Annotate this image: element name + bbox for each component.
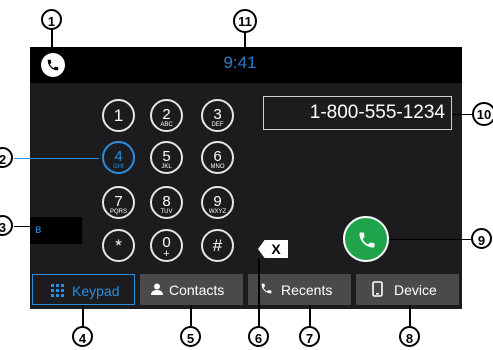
key-hash[interactable]: #	[201, 229, 234, 262]
callout-9: 9	[471, 228, 492, 249]
tab-device[interactable]: Device	[356, 274, 459, 305]
callout-line-7	[309, 305, 311, 326]
callout-10: 10	[472, 102, 493, 126]
tab-contacts[interactable]: Contacts	[140, 274, 243, 305]
callout-3: 3	[0, 215, 13, 236]
key-1[interactable]: 1	[102, 99, 135, 132]
callout-5: 5	[180, 326, 201, 347]
callout-line-6	[258, 258, 260, 326]
call-button[interactable]	[343, 216, 389, 262]
callout-line-8	[409, 305, 411, 326]
status-clock: 9:41	[223, 53, 257, 72]
phone-handset-icon	[261, 283, 272, 294]
callout-line-3	[14, 226, 32, 227]
key-0[interactable]: 0 +	[150, 229, 183, 262]
callout-line-10	[452, 114, 472, 115]
bluetooth-status: ʙ	[30, 217, 82, 244]
bluetooth-icon: ʙ	[35, 222, 42, 236]
phone-app-icon	[41, 53, 65, 77]
callout-line-2	[14, 158, 99, 159]
tab-recents[interactable]: Recents	[248, 274, 351, 305]
callout-line-11	[244, 32, 246, 50]
callout-8: 8	[399, 326, 420, 347]
phone-screen	[30, 47, 462, 309]
key-9[interactable]: 9 WXYZ	[201, 186, 234, 219]
key-2[interactable]: 2 ABC	[150, 99, 183, 132]
key-4[interactable]: 4 GHI	[102, 141, 135, 174]
callout-1: 1	[41, 9, 62, 30]
callout-line-4	[82, 305, 84, 326]
callout-line-1	[51, 29, 53, 49]
phone-icon	[359, 232, 375, 248]
callout-line-5	[190, 305, 192, 326]
callout-2: 2	[0, 147, 13, 168]
key-6[interactable]: 6 MNO	[201, 141, 234, 174]
callout-4: 4	[72, 326, 93, 347]
key-5[interactable]: 5 JKL	[150, 141, 183, 174]
tab-keypad[interactable]: Keypad	[32, 274, 135, 305]
callout-7: 7	[299, 326, 320, 347]
number-display: 1-800-555-1234	[263, 96, 452, 130]
callout-11: 11	[233, 9, 257, 33]
callout-line-9	[389, 239, 471, 240]
key-3[interactable]: 3 DEF	[201, 99, 234, 132]
key-8[interactable]: 8 TUV	[150, 186, 183, 219]
keypad-grid-icon	[51, 284, 64, 297]
key-7[interactable]: 7 PQRS	[102, 186, 135, 219]
callout-6: 6	[248, 326, 269, 347]
person-icon	[151, 283, 163, 295]
mobile-device-icon	[372, 281, 383, 297]
key-star[interactable]: *	[102, 229, 135, 262]
